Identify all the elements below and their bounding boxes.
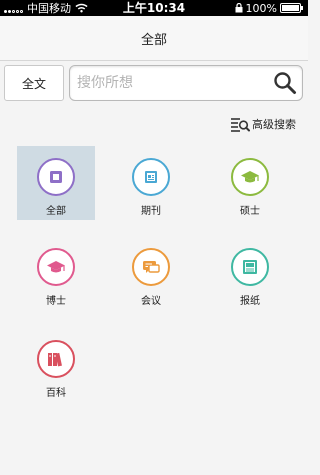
status-bar: 中国移动 上午10:34 100% [0, 0, 308, 16]
advanced-search-icon [231, 118, 250, 132]
battery-percent: 100% [245, 1, 277, 15]
nav-bar: 全部 [0, 16, 308, 61]
graduation-cap-icon [231, 158, 269, 196]
category-label: 百科 [46, 388, 66, 399]
category-label: 期刊 [141, 206, 161, 217]
category-label: 全部 [46, 206, 66, 217]
category-label: 硕士 [240, 206, 260, 217]
books-icon [37, 340, 75, 378]
rotation-lock-icon [235, 3, 243, 13]
category-tile[interactable]: 博士 [17, 236, 95, 310]
category-tile[interactable]: 全部 [17, 146, 95, 220]
category-tile[interactable]: 百科 [17, 328, 95, 402]
search-scope-button[interactable]: 全文 [4, 65, 64, 101]
category-tile[interactable]: 会议 [112, 236, 190, 310]
category-tile[interactable]: 期刊 [112, 146, 190, 220]
search-icon[interactable] [273, 71, 297, 95]
newspaper-icon [231, 248, 269, 286]
category-tile[interactable]: 硕士 [211, 146, 289, 220]
page-title: 全部 [140, 32, 167, 48]
advanced-search-label: 高级搜索 [252, 118, 296, 131]
status-right: 100% [235, 0, 304, 16]
category-label: 报纸 [240, 296, 260, 307]
book-icon [37, 158, 75, 196]
category-label: 会议 [141, 296, 161, 307]
search-input[interactable] [77, 66, 267, 100]
search-box [69, 65, 303, 101]
advanced-search-button[interactable]: 高级搜索 [230, 115, 296, 133]
battery-icon [280, 3, 303, 13]
search-row: 全文 [0, 62, 308, 104]
chat-icon [132, 248, 170, 286]
graduation-cap-icon [37, 248, 75, 286]
category-tile[interactable]: 报纸 [211, 236, 289, 310]
journal-icon [132, 158, 170, 196]
category-label: 博士 [46, 296, 66, 307]
